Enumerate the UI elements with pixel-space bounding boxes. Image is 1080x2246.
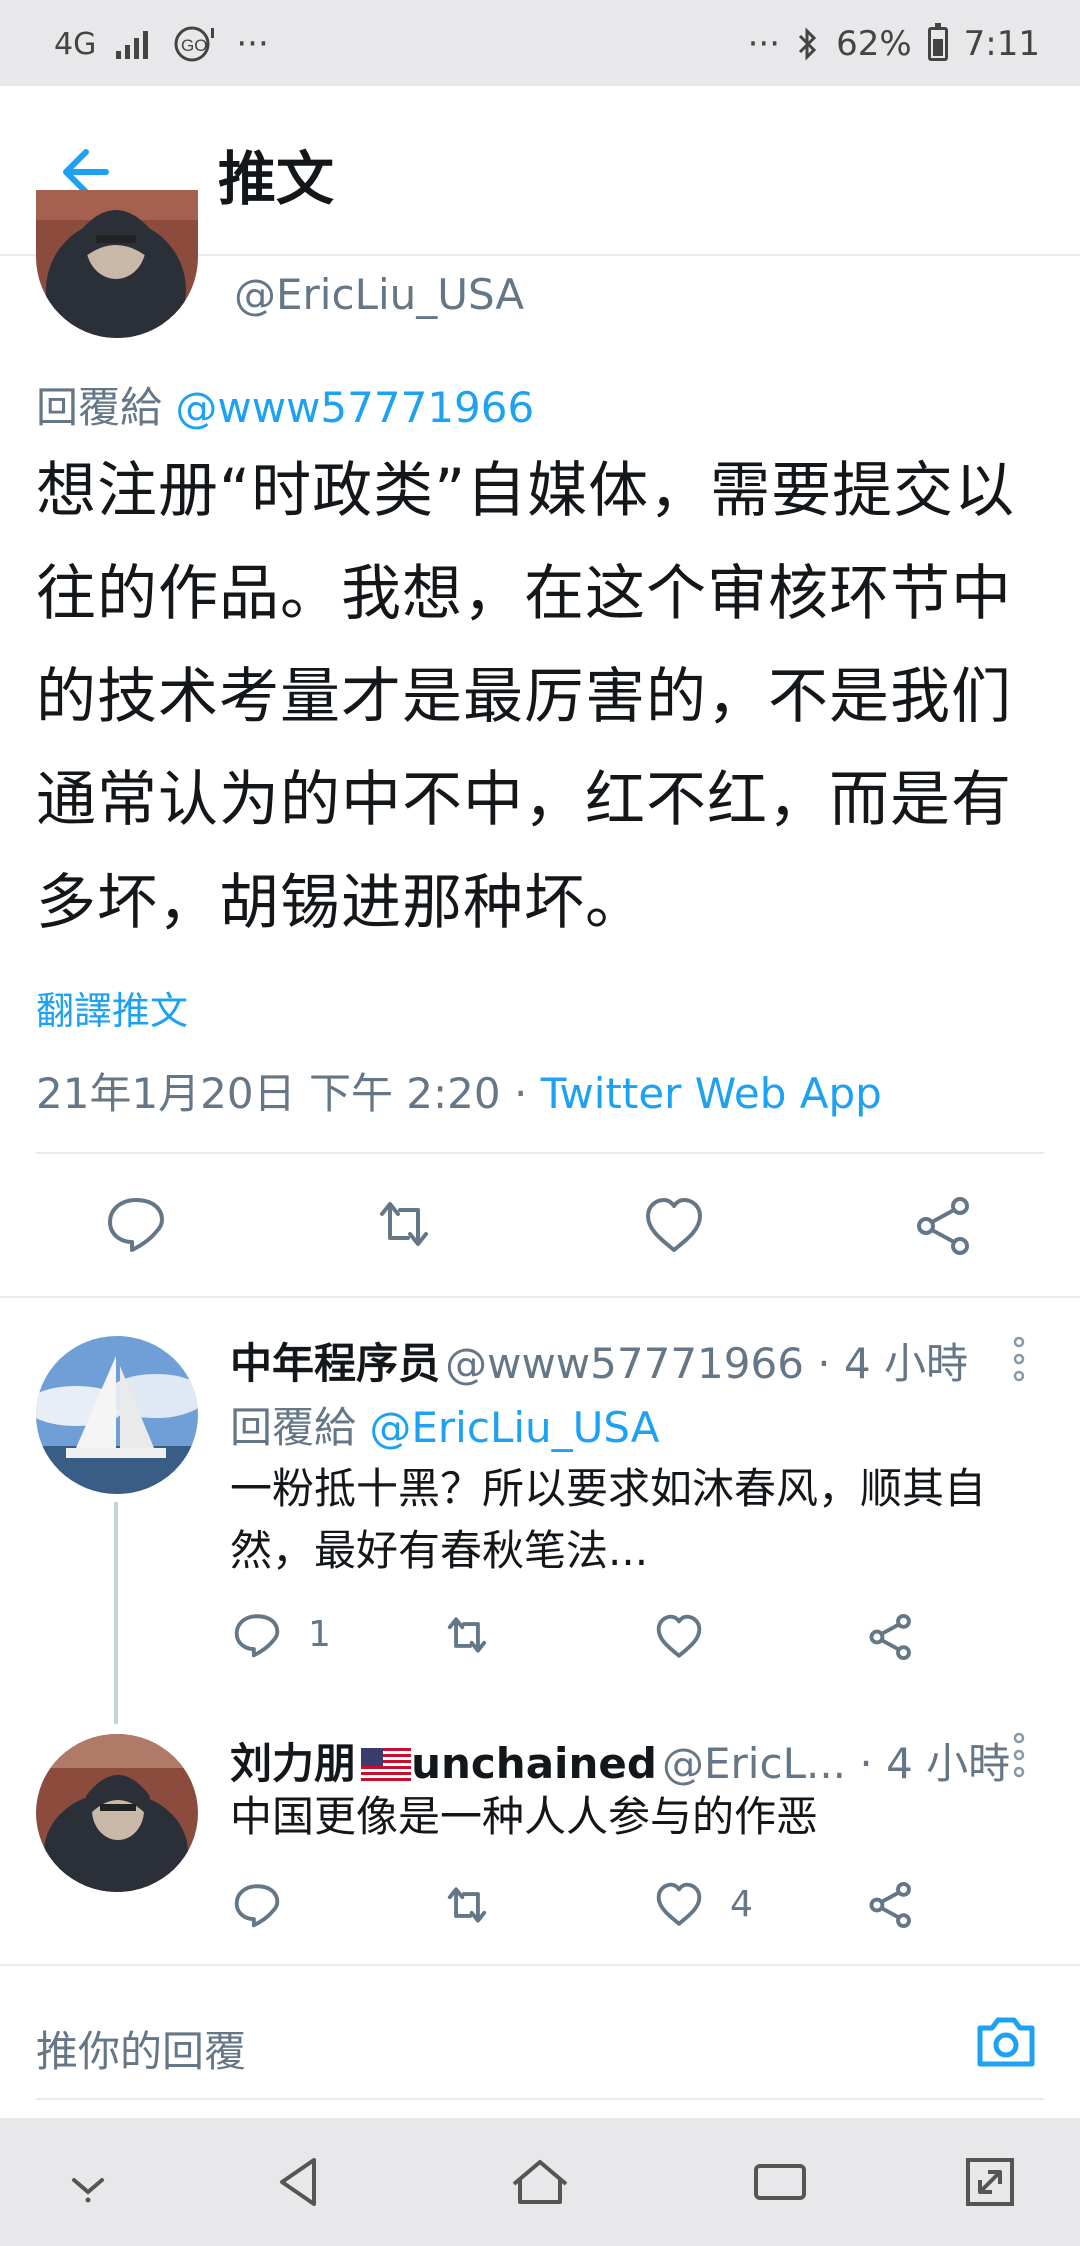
like-count: 4 — [730, 1884, 753, 1925]
recent-apps-icon[interactable] — [748, 2150, 812, 2214]
clock: 7:11 — [963, 24, 1040, 64]
svg-text:GO: GO — [181, 36, 207, 55]
reply-to-line: 回覆給 @EricLiu_USA — [230, 1394, 660, 1455]
reply-to-user-link[interactable]: @EricLiu_USA — [369, 1403, 659, 1452]
reply-count: 1 — [308, 1614, 331, 1655]
status-left: 4G GO ··· — [54, 22, 269, 66]
share-icon[interactable] — [866, 1612, 916, 1662]
retweet-icon[interactable] — [442, 1610, 492, 1660]
like-icon[interactable] — [654, 1880, 704, 1930]
battery-icon — [927, 23, 948, 61]
like-icon[interactable] — [642, 1194, 706, 1258]
share-icon[interactable] — [866, 1880, 916, 1930]
tweet-date: 21年1月20日 下午 2:20 · — [36, 1069, 541, 1118]
signal-icon — [116, 31, 149, 59]
reply-author-name-suffix[interactable]: unchained — [411, 1739, 657, 1788]
reply-author-name[interactable]: 刘力朋 — [230, 1739, 356, 1788]
reply-text: 一粉抵十黑？所以要求如沐春风，顺其自然，最好有春秋笔法... — [230, 1464, 987, 1575]
network-label: 4G — [54, 26, 97, 62]
tweet-meta: 21年1月20日 下午 2:20 · Twitter Web App — [36, 1060, 882, 1121]
reply-text: 中国更像是一种人人参与的作恶 — [230, 1792, 819, 1841]
tweet-text: 想注册“时政类”自媒体，需要提交以往的作品。我想，在这个审核环节中的技术考量才是… — [36, 456, 1016, 938]
reply-header: 刘力朋 unchained @EricL... · 4 小時 — [230, 1730, 1010, 1791]
home-nav-icon[interactable] — [508, 2150, 572, 2214]
us-flag-icon — [361, 1748, 412, 1782]
reply-to-label: 回覆給 — [36, 383, 163, 432]
reply-avatar-sailboat[interactable] — [36, 1336, 198, 1494]
reply-to-line: 回覆給 @www57771966 — [36, 374, 534, 435]
reply-icon[interactable] — [232, 1880, 282, 1930]
divider — [0, 1296, 1080, 1298]
page-title: 推文 — [218, 145, 335, 213]
share-icon[interactable] — [912, 1194, 976, 1258]
go-icon: GO — [174, 26, 215, 62]
bluetooth-icon — [799, 27, 817, 61]
back-nav-icon[interactable] — [268, 2150, 332, 2214]
tweet-source-link[interactable]: Twitter Web App — [541, 1069, 882, 1118]
thread-connector-line — [114, 1502, 118, 1724]
status-bar: 4G GO ··· ··· 62% 7:11 — [0, 0, 1080, 86]
hide-keyboard-icon[interactable] — [56, 2150, 120, 2214]
retweet-icon[interactable] — [372, 1192, 436, 1256]
status-right: ··· 62% 7:11 — [748, 22, 1040, 66]
author-avatar[interactable] — [36, 190, 198, 338]
like-icon[interactable] — [654, 1612, 704, 1662]
divider — [36, 1152, 1044, 1154]
status-more-right: ··· — [747, 24, 781, 64]
author-handle[interactable]: @EricLiu_USA — [234, 270, 524, 319]
reply-to-user-link[interactable]: @www57771966 — [175, 383, 534, 432]
reply-author-handle[interactable]: @EricL... · 4 小時 — [662, 1739, 1010, 1788]
camera-icon[interactable] — [974, 2010, 1038, 2074]
retweet-icon[interactable] — [442, 1880, 492, 1930]
divider — [0, 1964, 1080, 1966]
reply-icon[interactable] — [104, 1192, 168, 1256]
translate-tweet-link[interactable]: 翻譯推文 — [36, 980, 188, 1035]
reply-header: 中年程序员 @www57771966 · 4 小時 — [230, 1330, 968, 1391]
more-vertical-icon[interactable] — [1006, 1732, 1032, 1778]
reply-to-label: 回覆給 — [230, 1403, 357, 1452]
reply-author-handle[interactable]: @www57771966 · 4 小時 — [445, 1339, 968, 1388]
reply-author-name[interactable]: 中年程序员 — [230, 1339, 440, 1388]
reply-icon[interactable] — [232, 1610, 282, 1660]
reply-avatar-author[interactable] — [36, 1734, 198, 1892]
battery-percent: 62% — [836, 24, 912, 64]
rotate-screen-icon[interactable] — [958, 2150, 1022, 2214]
compose-reply-input[interactable]: 推你的回覆 — [36, 2018, 246, 2079]
more-vertical-icon[interactable] — [1006, 1336, 1032, 1382]
android-nav-bar — [0, 2118, 1080, 2246]
status-more-left: ··· — [236, 24, 269, 64]
divider — [36, 2098, 1044, 2100]
